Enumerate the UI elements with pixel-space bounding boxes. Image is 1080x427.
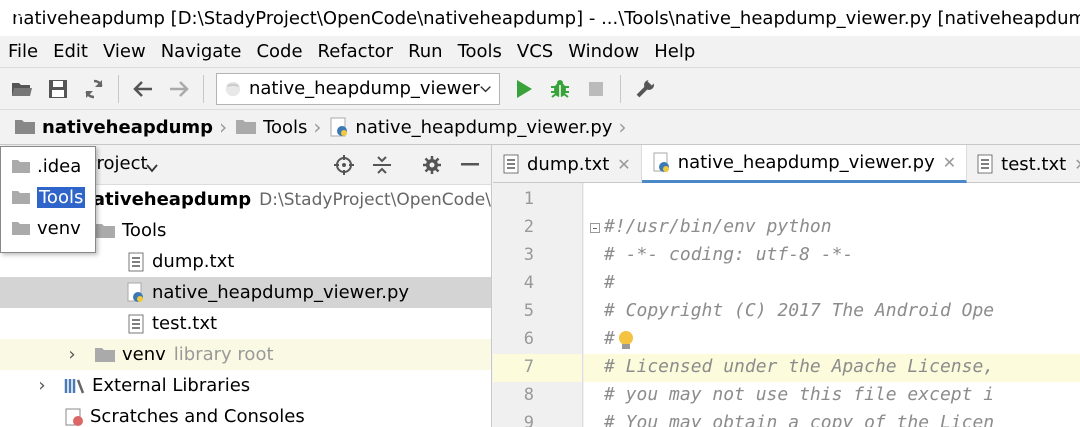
run-icon[interactable] <box>506 71 542 107</box>
breadcrumb-item-file[interactable]: native_heapdump_viewer.py <box>325 117 612 138</box>
line-number: 6 <box>523 329 534 349</box>
breadcrumb-separator-icon: › <box>618 115 627 139</box>
line-number: 9 <box>523 413 534 427</box>
library-icon <box>64 378 85 393</box>
tree-item-scratches[interactable]: Scratches and Consoles <box>0 401 491 427</box>
caret-line-gutter-highlight <box>493 354 582 382</box>
code-line: # Copyright (C) 2017 The Android Ope <box>604 300 995 321</box>
locate-target-icon[interactable] <box>332 153 356 177</box>
menu-navigate[interactable]: Navigate <box>155 41 248 62</box>
chevron-down-icon[interactable] <box>146 157 158 178</box>
gear-icon[interactable] <box>420 153 444 177</box>
chevron-right-icon[interactable]: › <box>34 375 50 396</box>
menu-help[interactable]: Help <box>648 41 701 62</box>
fold-toggle-icon[interactable] <box>590 223 600 233</box>
line-number: 8 <box>523 385 534 405</box>
open-folder-icon[interactable] <box>4 71 40 107</box>
title-bar: PC nativeheapdump [D:\StadyProject\OpenC… <box>0 0 1080 36</box>
tree-item-native-heapdump-viewer[interactable]: native_heapdump_viewer.py <box>0 277 491 308</box>
folder-icon <box>236 120 257 134</box>
editor-tab-bar: dump.txt ✕ native_heapdump_viewer.py ✕ t… <box>493 145 1080 183</box>
tab-native-heapdump-viewer[interactable]: native_heapdump_viewer.py ✕ <box>641 145 968 183</box>
close-icon[interactable]: ✕ <box>617 155 630 174</box>
text-file-icon <box>128 314 144 333</box>
python-file-icon <box>653 152 669 172</box>
python-file-icon <box>225 81 241 96</box>
scratches-icon <box>65 408 83 426</box>
close-icon[interactable]: ✕ <box>943 153 956 172</box>
wrench-settings-icon[interactable] <box>627 71 663 107</box>
tree-item-venv[interactable]: › venv library root <box>0 339 491 370</box>
tab-test-txt[interactable]: test.txt ✕ <box>967 145 1080 183</box>
folder-icon <box>95 223 115 238</box>
line-number: 7 <box>523 357 534 377</box>
popup-item-idea[interactable]: .idea <box>1 151 95 182</box>
breadcrumb-separator-icon: › <box>219 115 228 139</box>
menu-edit[interactable]: Edit <box>47 41 94 62</box>
editor-gutter: 1 2 3 4 5 6 7 8 9 <box>493 183 583 427</box>
menu-tools[interactable]: Tools <box>452 41 508 62</box>
line-number: 4 <box>523 273 534 293</box>
minimize-icon[interactable] <box>458 153 482 177</box>
code-line: # Licensed under the Apache License, <box>604 356 995 377</box>
folder-icon <box>95 347 115 362</box>
python-file-icon <box>127 282 143 302</box>
sync-icon[interactable] <box>76 71 112 107</box>
menu-vcs[interactable]: VCS <box>511 41 559 62</box>
menu-window[interactable]: Window <box>562 41 645 62</box>
folder-icon <box>12 191 30 204</box>
forward-arrow-icon[interactable] <box>161 71 197 107</box>
breadcrumb-item-project[interactable]: nativeheapdump <box>0 117 213 138</box>
line-number: 5 <box>523 301 534 321</box>
text-file-icon <box>977 154 993 174</box>
menu-refactor[interactable]: Refactor <box>312 41 400 62</box>
popup-item-venv[interactable]: venv <box>1 213 95 244</box>
code-line: # You may obtain a copy of the Licen <box>604 412 995 427</box>
toolbar-separator <box>203 74 204 103</box>
popup-item-tools[interactable]: Tools <box>1 182 95 213</box>
breadcrumb-popup: .idea Tools venv <box>0 146 96 253</box>
collapse-all-icon[interactable] <box>370 153 394 177</box>
folder-icon <box>12 160 30 173</box>
breadcrumb-item-tools[interactable]: Tools <box>231 117 307 138</box>
python-file-icon <box>330 117 348 137</box>
line-number: 2 <box>523 217 534 237</box>
code-line: # <box>604 328 615 349</box>
toolbar-separator <box>620 74 621 103</box>
code-editor[interactable]: #!/usr/bin/env python # -*- coding: utf-… <box>584 183 1080 427</box>
tab-dump-txt[interactable]: dump.txt ✕ <box>493 145 642 183</box>
menu-file[interactable]: File <box>2 41 44 62</box>
stop-icon[interactable] <box>578 71 614 107</box>
lightbulb-icon[interactable] <box>617 330 635 352</box>
code-line: # -*- coding: utf-8 -*- <box>604 244 854 265</box>
back-arrow-icon[interactable] <box>125 71 161 107</box>
run-configuration-select[interactable]: native_heapdump_viewer <box>216 72 500 105</box>
text-file-icon <box>503 154 519 174</box>
window-title: nativeheapdump [D:\StadyProject\OpenCode… <box>12 7 1080 29</box>
code-line: #!/usr/bin/env python <box>604 216 832 237</box>
folder-icon <box>12 222 30 235</box>
run-configuration-label: native_heapdump_viewer <box>248 78 480 99</box>
save-icon[interactable] <box>40 71 76 107</box>
menu-view[interactable]: View <box>97 41 152 62</box>
line-number: 1 <box>523 189 534 209</box>
text-file-icon <box>128 252 144 271</box>
line-number: 3 <box>523 245 534 265</box>
menu-code[interactable]: Code <box>250 41 308 62</box>
debug-bug-icon[interactable] <box>542 71 578 107</box>
tree-item-test-txt[interactable]: test.txt <box>0 308 491 339</box>
breadcrumb: nativeheapdump › Tools › native_heapdump… <box>0 109 1080 145</box>
folder-icon <box>15 120 35 134</box>
main-toolbar: native_heapdump_viewer <box>0 67 1080 109</box>
chevron-right-icon[interactable]: › <box>64 344 80 365</box>
code-line: # you may not use this file except i <box>604 384 995 405</box>
toolbar-separator <box>118 74 119 103</box>
close-icon[interactable]: ✕ <box>1074 155 1080 174</box>
menu-run[interactable]: Run <box>402 41 449 62</box>
code-line: # <box>604 272 615 293</box>
chevron-down-icon <box>480 85 491 92</box>
breadcrumb-separator-icon: › <box>313 115 322 139</box>
tree-item-external-libraries[interactable]: › External Libraries <box>0 370 491 401</box>
menu-bar: File Edit View Navigate Code Refactor Ru… <box>0 36 1080 66</box>
